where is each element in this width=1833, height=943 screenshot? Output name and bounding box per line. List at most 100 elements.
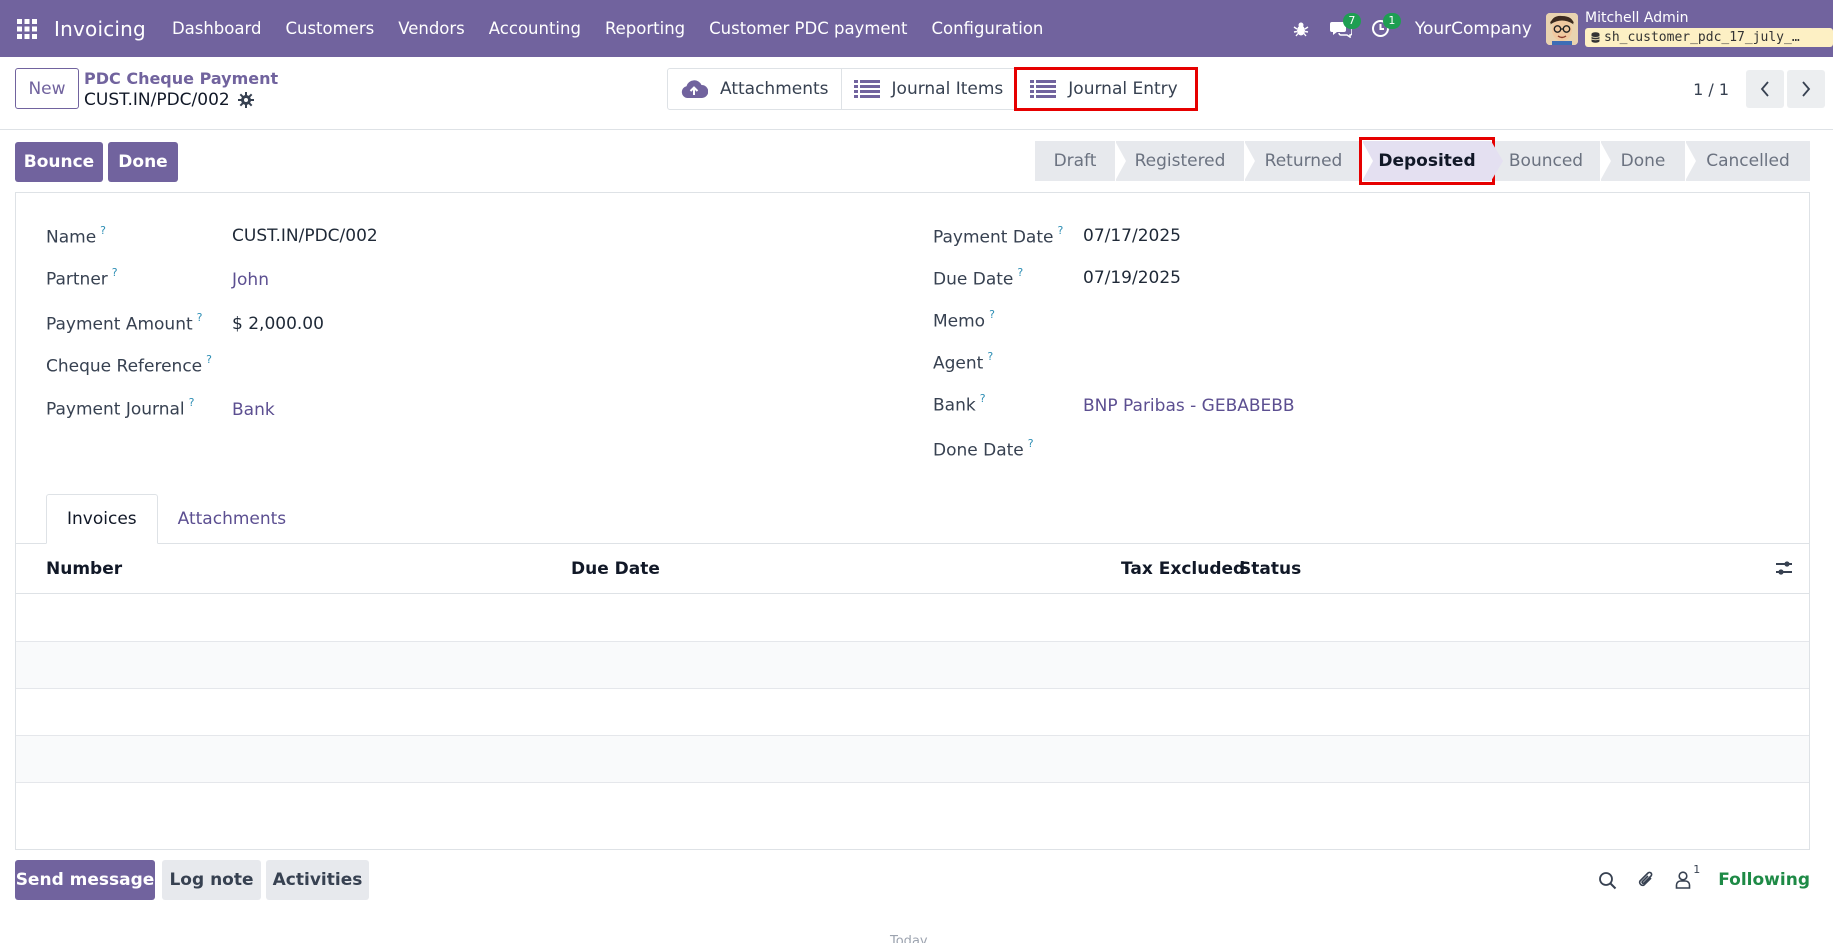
- tab-attachments[interactable]: Attachments: [158, 494, 307, 544]
- attachments-smart-button[interactable]: Attachments: [668, 69, 842, 109]
- partner-label: Partner?: [46, 266, 118, 290]
- breadcrumb-pdc-cheque-payment[interactable]: PDC Cheque Payment: [84, 69, 278, 88]
- table-row: [16, 642, 1809, 689]
- journal-items-smart-label: Journal Items: [891, 79, 1004, 99]
- menu-reporting[interactable]: Reporting: [593, 0, 697, 57]
- table-row: [16, 689, 1809, 736]
- user-icon: [1675, 871, 1691, 889]
- help-tooltip[interactable]: ?: [197, 311, 203, 324]
- messages-count-badge: 7: [1342, 13, 1361, 29]
- stage-draft[interactable]: Draft: [1035, 141, 1115, 181]
- table-row: [16, 595, 1809, 642]
- menu-customers[interactable]: Customers: [273, 0, 386, 57]
- followers-button[interactable]: 1: [1675, 863, 1700, 889]
- bank-value[interactable]: BNP Paribas - GEBABEBB: [1083, 396, 1295, 416]
- payment-amount-label-text: Payment Amount: [46, 314, 193, 335]
- due-date-label: Due Date?: [933, 266, 1023, 290]
- list-icon: [1030, 80, 1057, 98]
- payment-date-label-text: Payment Date: [933, 227, 1054, 248]
- help-tooltip[interactable]: ?: [112, 266, 118, 279]
- user-menu[interactable]: Mitchell Admin sh_customer_pdc_17_july_…: [1585, 10, 1833, 47]
- help-tooltip[interactable]: ?: [1017, 266, 1023, 279]
- apps-menu-button[interactable]: [0, 0, 54, 57]
- database-label: sh_customer_pdc_17_july_…: [1604, 30, 1800, 45]
- stage-registered[interactable]: Registered: [1115, 141, 1244, 181]
- name-label: Name?: [46, 224, 106, 248]
- help-tooltip[interactable]: ?: [980, 392, 986, 405]
- pager-previous-button[interactable]: [1746, 70, 1784, 108]
- optional-columns-button[interactable]: [1775, 559, 1793, 581]
- debug-button[interactable]: [1281, 0, 1321, 57]
- database-icon: [1591, 32, 1600, 43]
- apps-grid-icon: [17, 18, 37, 39]
- new-button[interactable]: New: [15, 68, 79, 109]
- bug-icon: [1293, 22, 1309, 36]
- attach-files-button[interactable]: [1637, 870, 1655, 890]
- search-messages-button[interactable]: [1598, 871, 1617, 890]
- column-number[interactable]: Number: [46, 544, 122, 594]
- chevron-right-icon: [1802, 81, 1811, 97]
- help-tooltip[interactable]: ?: [1028, 437, 1034, 450]
- help-tooltip[interactable]: ?: [989, 308, 995, 321]
- done-button[interactable]: Done: [108, 142, 178, 182]
- stage-deposited[interactable]: Deposited: [1359, 137, 1503, 185]
- followers-count: 1: [1693, 863, 1701, 876]
- stage-returned[interactable]: Returned: [1244, 141, 1362, 181]
- help-tooltip[interactable]: ?: [100, 224, 106, 237]
- name-value[interactable]: CUST.IN/PDC/002: [232, 226, 378, 246]
- partner-value[interactable]: John: [232, 270, 269, 290]
- record-actions-button[interactable]: [237, 92, 254, 108]
- app-name[interactable]: Invoicing: [54, 17, 146, 41]
- record-name: CUST.IN/PDC/002: [84, 90, 230, 110]
- following-button[interactable]: Following: [1718, 870, 1810, 890]
- due-date-value[interactable]: 07/19/2025: [1083, 268, 1181, 288]
- attachments-smart-label: Attachments: [720, 79, 829, 99]
- column-tax-excluded[interactable]: Tax Excluded: [1121, 544, 1245, 594]
- bank-label-text: Bank: [933, 395, 976, 416]
- activities-button[interactable]: Activities: [266, 860, 369, 900]
- menu-accounting[interactable]: Accounting: [477, 0, 593, 57]
- search-icon: [1599, 871, 1617, 889]
- messages-button[interactable]: 7: [1321, 0, 1361, 57]
- chevron-left-icon: [1760, 81, 1769, 97]
- send-message-button[interactable]: Send message: [15, 860, 155, 900]
- user-avatar[interactable]: [1546, 12, 1578, 45]
- pager-next-button[interactable]: [1787, 70, 1825, 108]
- tab-invoices[interactable]: Invoices: [46, 494, 158, 544]
- cheque-reference-label: Cheque Reference?: [46, 353, 212, 377]
- help-tooltip[interactable]: ?: [206, 353, 212, 366]
- journal-entry-smart-button[interactable]: Journal Entry: [1014, 67, 1198, 111]
- pager: 1 / 1: [1693, 70, 1825, 108]
- memo-label: Memo?: [933, 308, 995, 332]
- activities-button[interactable]: 1: [1361, 0, 1401, 57]
- journal-items-smart-button[interactable]: Journal Items: [842, 69, 1017, 109]
- bounce-button[interactable]: Bounce: [15, 142, 103, 182]
- menu-vendors[interactable]: Vendors: [386, 0, 477, 57]
- stage-done[interactable]: Done: [1600, 141, 1685, 181]
- form-sheet: Name? CUST.IN/PDC/002 Partner? John Paym…: [15, 192, 1810, 850]
- menu-customer-pdc-payment[interactable]: Customer PDC payment: [697, 0, 919, 57]
- user-name: Mitchell Admin: [1585, 10, 1689, 26]
- company-switcher[interactable]: YourCompany: [1415, 19, 1532, 39]
- stage-bounced[interactable]: Bounced: [1491, 141, 1600, 181]
- payment-date-label: Payment Date?: [933, 224, 1063, 248]
- payment-date-value[interactable]: 07/17/2025: [1083, 226, 1181, 246]
- partner-label-text: Partner: [46, 269, 108, 290]
- help-tooltip[interactable]: ?: [987, 350, 993, 363]
- menu-dashboard[interactable]: Dashboard: [160, 0, 274, 57]
- help-tooltip[interactable]: ?: [1057, 224, 1063, 237]
- payment-amount-label: Payment Amount?: [46, 311, 203, 335]
- column-due-date[interactable]: Due Date: [571, 544, 660, 594]
- payment-amount-value[interactable]: $ 2,000.00: [232, 314, 324, 334]
- top-navbar: Invoicing Dashboard Customers Vendors Ac…: [0, 0, 1833, 57]
- help-tooltip[interactable]: ?: [189, 396, 195, 409]
- log-note-button[interactable]: Log note: [162, 860, 261, 900]
- stage-cancelled[interactable]: Cancelled: [1685, 141, 1810, 181]
- menu-configuration[interactable]: Configuration: [919, 0, 1055, 57]
- due-date-label-text: Due Date: [933, 269, 1014, 290]
- agent-label: Agent?: [933, 350, 993, 374]
- bank-label: Bank?: [933, 392, 986, 416]
- payment-journal-value[interactable]: Bank: [232, 400, 275, 420]
- pager-value[interactable]: 1 / 1: [1693, 80, 1729, 99]
- column-status[interactable]: Status: [1239, 544, 1301, 594]
